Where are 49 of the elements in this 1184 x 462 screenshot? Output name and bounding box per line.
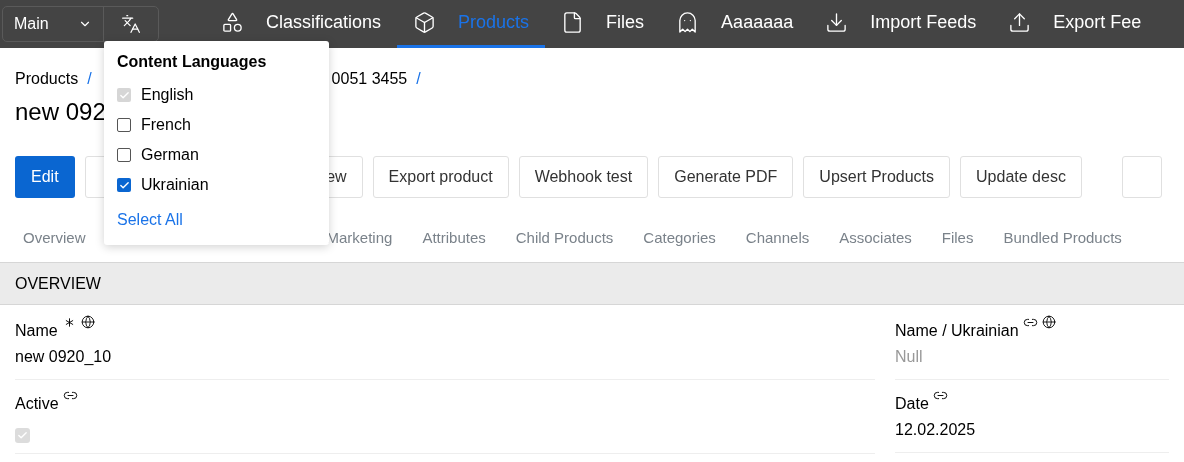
upload-icon xyxy=(1008,11,1032,34)
field-label: Name / Ukrainian xyxy=(895,321,1019,341)
nav-item[interactable]: Export Fee xyxy=(992,0,1158,48)
tab[interactable]: Associates xyxy=(824,226,927,250)
shapes-icon xyxy=(221,11,244,34)
field-label: Name xyxy=(15,321,58,341)
action-button[interactable]: Update desc xyxy=(960,156,1082,198)
checkbox[interactable] xyxy=(15,428,30,443)
language-option[interactable]: French xyxy=(141,113,191,137)
breadcrumb-separator: / xyxy=(87,69,92,89)
nav-item[interactable]: Files xyxy=(545,0,661,48)
box-icon xyxy=(413,11,437,34)
breadcrumb-item: 0051 3455 xyxy=(331,69,408,89)
field-label: Date xyxy=(895,394,929,414)
nav-item[interactable]: Import Feeds xyxy=(809,0,993,48)
action-button[interactable]: Generate PDF xyxy=(658,156,794,198)
check-icon xyxy=(118,179,130,191)
language-checkbox[interactable] xyxy=(117,118,131,132)
select-all-link[interactable]: Select All xyxy=(117,208,316,232)
action-button[interactable]: Webhook test xyxy=(518,156,649,198)
language-option[interactable]: German xyxy=(141,143,199,167)
section-title: OVERVIEW xyxy=(15,273,101,294)
check-icon xyxy=(17,430,28,441)
tab[interactable]: Child Products xyxy=(500,226,629,250)
tab[interactable]: Attributes xyxy=(407,226,501,250)
breadcrumb-link[interactable]: Products xyxy=(15,67,79,91)
edit-button[interactable]: Edit xyxy=(15,156,75,198)
nav-item[interactable]: Classifications xyxy=(205,0,398,48)
action-button[interactable]: Export product xyxy=(372,156,509,198)
field-value: new 0920_10 xyxy=(15,347,113,367)
language-option[interactable]: Ukrainian xyxy=(141,173,209,197)
translate-icon xyxy=(121,14,141,34)
field-label: Active xyxy=(15,394,59,414)
nav-item[interactable]: Aaaaaaa xyxy=(660,0,810,48)
field-value: 12.02.2025 xyxy=(895,420,977,440)
language-checkbox[interactable] xyxy=(117,148,131,162)
tab[interactable]: Categories xyxy=(628,226,731,250)
language-checkbox[interactable] xyxy=(117,178,131,192)
menu-title: Content Languages xyxy=(117,52,268,72)
tab[interactable]: Overview xyxy=(8,226,101,250)
breadcrumb-separator: / xyxy=(416,69,421,89)
field-value: Null xyxy=(895,347,924,367)
tab[interactable]: Files xyxy=(926,226,989,250)
tab[interactable]: Channels xyxy=(730,226,825,250)
action-button[interactable]: Upsert Products xyxy=(803,156,951,198)
page-title: new 092 xyxy=(15,97,106,127)
download-icon xyxy=(825,11,849,34)
check-icon xyxy=(118,89,130,101)
tab[interactable]: Bundled Products xyxy=(988,226,1137,250)
